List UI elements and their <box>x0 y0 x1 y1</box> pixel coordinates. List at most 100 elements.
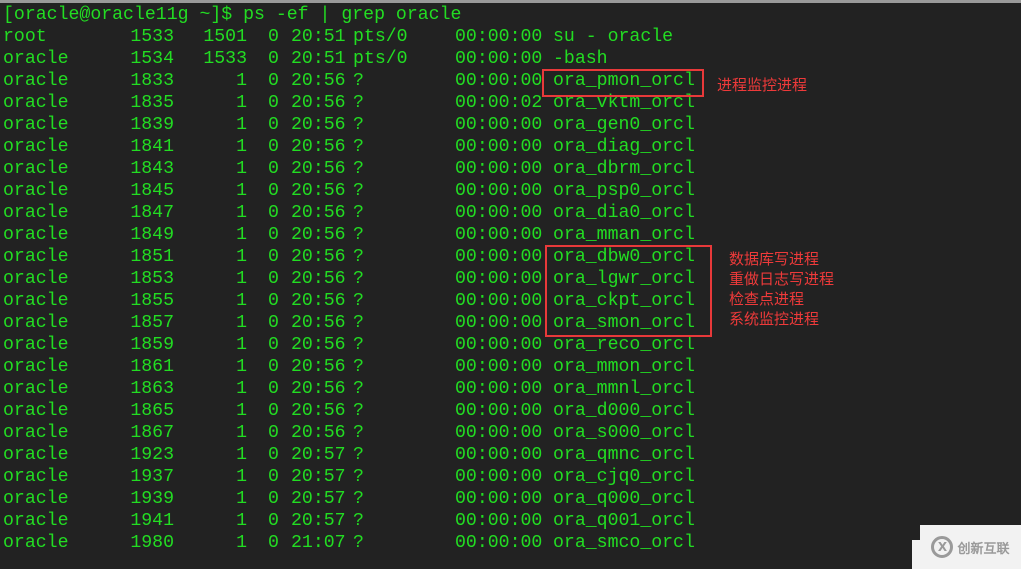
process-cmd: ora_smco_orcl <box>553 533 695 553</box>
process-time: 00:00:00 <box>455 291 543 311</box>
process-row: oracle 1863 1 0 20:56? 00:00:00 ora_mmnl_orcl <box>3 378 695 400</box>
process-tty: ? <box>353 181 364 201</box>
process-time: 00:00:00 <box>455 379 543 399</box>
process-time: 00:00:00 <box>455 467 543 487</box>
process-row: oracle 1859 1 0 20:56? 00:00:00 ora_reco_orcl <box>3 334 695 356</box>
process-pid: 1843 <box>130 159 174 179</box>
process-pid: 1533 <box>130 27 174 47</box>
process-c: 0 <box>268 401 279 421</box>
process-pid: 1923 <box>130 445 174 465</box>
process-c: 0 <box>268 467 279 487</box>
process-pid: 1937 <box>130 467 174 487</box>
process-tty: ? <box>353 467 364 487</box>
process-row: oracle 1941 1 0 20:57? 00:00:00 ora_q001_orcl <box>3 510 695 532</box>
process-row: oracle 1841 1 0 20:56? 00:00:00 ora_diag_orcl <box>3 136 695 158</box>
process-ppid: 1 <box>236 159 247 179</box>
process-c: 0 <box>268 313 279 333</box>
process-pid: 1853 <box>130 269 174 289</box>
process-time: 00:00:00 <box>455 247 543 267</box>
process-user: oracle <box>3 313 69 333</box>
annotation-smon: 系统监控进程 <box>729 310 820 328</box>
command-prompt-line: [oracle@oracle11g ~]$ ps -ef | grep orac… <box>3 5 462 25</box>
process-ppid: 1 <box>236 71 247 91</box>
process-ppid: 1 <box>236 181 247 201</box>
process-c: 0 <box>268 49 279 69</box>
process-user: oracle <box>3 423 69 443</box>
process-pid: 1863 <box>130 379 174 399</box>
process-user: oracle <box>3 401 69 421</box>
annotation-dbw0: 数据库写进程 <box>729 250 820 268</box>
process-tty: ? <box>353 313 364 333</box>
process-pid: 1867 <box>130 423 174 443</box>
process-pid: 1849 <box>130 225 174 245</box>
process-stime: 20:56 <box>291 247 346 267</box>
process-user: oracle <box>3 137 69 157</box>
process-row: oracle 1835 1 0 20:56? 00:00:02 ora_vktm_orcl <box>3 92 695 114</box>
terminal-output[interactable]: [oracle@oracle11g ~]$ ps -ef | grep orac… <box>3 4 695 554</box>
process-cmd: su - oracle <box>553 27 674 47</box>
process-c: 0 <box>268 159 279 179</box>
process-tty: ? <box>353 511 364 531</box>
process-tty: ? <box>353 379 364 399</box>
process-row: oracle 1849 1 0 20:56? 00:00:00 ora_mman_orcl <box>3 224 695 246</box>
process-c: 0 <box>268 445 279 465</box>
process-user: oracle <box>3 445 69 465</box>
process-tty: pts/0 <box>353 27 408 47</box>
process-row: oracle 1867 1 0 20:56? 00:00:00 ora_s000_orcl <box>3 422 695 444</box>
process-user: oracle <box>3 291 69 311</box>
process-row: oracle 1534 1533 0 20:51 pts/0 00:00:00 -bash <box>3 48 608 70</box>
process-cmd: ora_mman_orcl <box>553 225 695 245</box>
process-ppid: 1 <box>236 467 247 487</box>
process-time: 00:00:00 <box>455 27 543 47</box>
process-cmd: ora_dbrm_orcl <box>553 159 695 179</box>
process-cmd: ora_q000_orcl <box>553 489 695 509</box>
process-stime: 21:07 <box>291 533 346 553</box>
process-cmd: ora_cjq0_orcl <box>553 467 695 487</box>
process-pid: 1835 <box>130 93 174 113</box>
annotation-lgwr: 重做日志写进程 <box>729 270 835 288</box>
process-time: 00:00:00 <box>455 225 543 245</box>
process-tty: pts/0 <box>353 49 408 69</box>
process-stime: 20:56 <box>291 401 346 421</box>
process-user: oracle <box>3 269 69 289</box>
process-cmd: ora_psp0_orcl <box>553 181 695 201</box>
process-cmd: ora_s000_orcl <box>553 423 695 443</box>
process-tty: ? <box>353 159 364 179</box>
process-stime: 20:56 <box>291 269 346 289</box>
process-pid: 1534 <box>130 49 174 69</box>
process-stime: 20:51 <box>291 49 346 69</box>
process-time: 00:00:00 <box>455 357 543 377</box>
highlight-box-pmon <box>542 69 704 97</box>
process-cmd: ora_diag_orcl <box>553 137 695 157</box>
process-row: oracle 1839 1 0 20:56? 00:00:00 ora_gen0_orcl <box>3 114 695 136</box>
process-user: oracle <box>3 225 69 245</box>
process-tty: ? <box>353 445 364 465</box>
process-time: 00:00:00 <box>455 49 543 69</box>
process-pid: 1833 <box>130 71 174 91</box>
process-pid: 1861 <box>130 357 174 377</box>
process-time: 00:00:00 <box>455 511 543 531</box>
process-tty: ? <box>353 247 364 267</box>
process-ppid: 1 <box>236 115 247 135</box>
watermark-background <box>912 540 920 569</box>
process-c: 0 <box>268 379 279 399</box>
process-pid: 1939 <box>130 489 174 509</box>
process-tty: ? <box>353 335 364 355</box>
process-ppid: 1 <box>236 93 247 113</box>
watermark: X 创新互联 <box>920 525 1021 569</box>
process-time: 00:00:00 <box>455 159 543 179</box>
process-time: 00:00:00 <box>455 137 543 157</box>
process-cmd: ora_q001_orcl <box>553 511 695 531</box>
process-stime: 20:56 <box>291 313 346 333</box>
process-pid: 1941 <box>130 511 174 531</box>
process-c: 0 <box>268 511 279 531</box>
process-row: root 1533 1501 0 20:51 pts/0 00:00:00 su - orac… <box>3 26 673 48</box>
process-tty: ? <box>353 71 364 91</box>
process-ppid: 1 <box>236 533 247 553</box>
process-time: 00:00:00 <box>455 203 543 223</box>
process-user: oracle <box>3 203 69 223</box>
process-row: oracle 1855 1 0 20:56? 00:00:00 ora_ckpt_orcl <box>3 290 695 312</box>
process-c: 0 <box>268 203 279 223</box>
process-row: oracle 1980 1 0 21:07? 00:00:00 ora_smco_orcl <box>3 532 695 554</box>
process-tty: ? <box>353 137 364 157</box>
